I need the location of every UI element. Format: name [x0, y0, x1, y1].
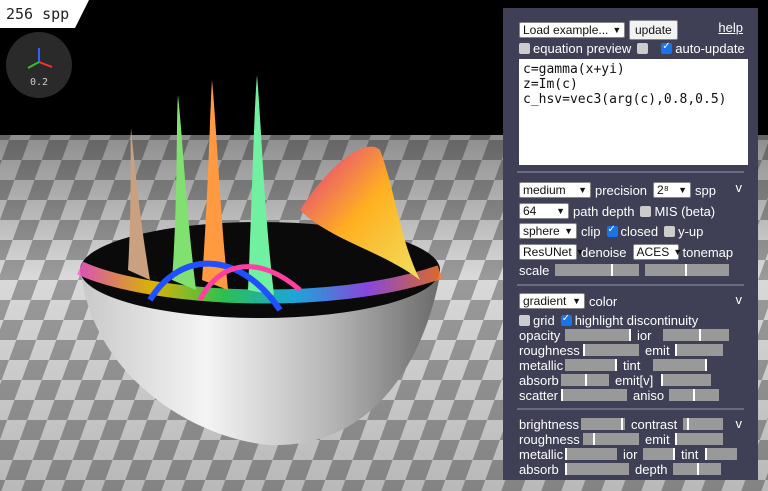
- mis-label: MIS (beta): [654, 203, 716, 219]
- control-panel: Load example... ▼ update help equation pr…: [503, 8, 758, 480]
- denoise-label: denoise: [581, 244, 627, 260]
- mis-checkbox[interactable]: [640, 205, 652, 217]
- closed-checkbox[interactable]: [606, 224, 618, 237]
- contrast-slider[interactable]: [683, 418, 723, 430]
- emit-v-slider[interactable]: [661, 374, 711, 386]
- scale-slider[interactable]: [555, 264, 640, 276]
- roughness-slider[interactable]: [583, 344, 639, 356]
- code-line: z=Im(c): [523, 77, 578, 92]
- lighting-roughness-slider[interactable]: [583, 433, 639, 445]
- path-depth-label: path depth: [573, 203, 635, 219]
- axis-gizmo[interactable]: 0.2: [6, 32, 72, 98]
- spp-counter: 256 spp: [0, 0, 90, 28]
- path-depth-select[interactable]: 64 ▼: [519, 203, 569, 219]
- chevron-down-icon: ▼: [578, 185, 587, 195]
- ior-slider[interactable]: [663, 329, 729, 341]
- lighting-ior-slider[interactable]: [643, 448, 675, 460]
- scatter-label: scatter: [519, 387, 559, 403]
- divider: [517, 284, 744, 286]
- scale-label: scale: [519, 262, 550, 278]
- tonemap-select[interactable]: ACES ▼: [632, 244, 683, 260]
- denoise-select[interactable]: ResUNet ▼: [519, 244, 585, 260]
- equation-preview-checkbox[interactable]: [519, 42, 530, 54]
- lighting-absorb-slider[interactable]: [565, 463, 629, 475]
- lighting-tint-slider[interactable]: [705, 448, 737, 460]
- absorb-label: absorb: [519, 461, 559, 477]
- lighting-emit-slider[interactable]: [675, 433, 723, 445]
- scatter-slider[interactable]: [561, 389, 627, 401]
- aniso-slider[interactable]: [669, 389, 719, 401]
- tint-slider[interactable]: [653, 359, 707, 371]
- chevron-down-icon: ▼: [673, 247, 683, 257]
- grid-checkbox[interactable]: [519, 314, 530, 326]
- lighting-metallic-slider[interactable]: [565, 448, 617, 460]
- load-example-select[interactable]: Load example... ▼: [519, 22, 625, 38]
- help-link[interactable]: help: [718, 20, 743, 35]
- emit-slider[interactable]: [675, 344, 723, 356]
- axes-icon: [27, 48, 53, 69]
- precision-select[interactable]: medium ▼: [519, 182, 591, 198]
- chevron-down-icon: ▼: [612, 25, 622, 35]
- tonemap-label: tonemap: [682, 244, 734, 260]
- equation-preview-label: equation preview: [533, 40, 632, 56]
- spp-label: spp: [695, 182, 716, 198]
- closed-label: closed: [620, 223, 659, 239]
- code-line: c_hsv=vec3(arg(c),0.8,0.5): [523, 92, 727, 107]
- divider: [517, 408, 744, 410]
- absorb-slider[interactable]: [561, 374, 609, 386]
- yup-checkbox[interactable]: [664, 225, 676, 237]
- highlight-discontinuity-checkbox[interactable]: [560, 313, 572, 326]
- clip-select[interactable]: sphere ▼: [519, 223, 577, 239]
- yup-label: y-up: [678, 223, 704, 239]
- clip-label: clip: [581, 223, 601, 239]
- opacity-slider[interactable]: [565, 329, 631, 341]
- scale-slider-2[interactable]: [645, 264, 730, 276]
- auto-update-checkbox[interactable]: [661, 41, 673, 54]
- depth-slider[interactable]: [673, 463, 721, 475]
- aniso-label: aniso: [633, 387, 665, 403]
- gizmo-value: 0.2: [29, 77, 49, 88]
- brightness-slider[interactable]: [581, 418, 625, 430]
- metallic-slider[interactable]: [565, 359, 617, 371]
- depth-label: depth: [635, 461, 668, 477]
- chevron-down-icon: ▼: [564, 226, 573, 236]
- divider: [517, 171, 744, 173]
- equation-editor[interactable]: c=gamma(x+yi) z=Im(c) c_hsv=vec3(arg(c),…: [519, 59, 748, 165]
- chevron-down-icon: ▼: [678, 185, 688, 195]
- extra-checkbox[interactable]: [637, 42, 649, 54]
- color-label: color: [589, 293, 618, 309]
- auto-update-label: auto-update: [675, 40, 745, 56]
- chevron-down-icon: ▼: [572, 296, 581, 306]
- spp-select[interactable]: 2⁸ ▼: [653, 182, 692, 198]
- code-line: c=gamma(x+yi): [523, 62, 625, 77]
- chevron-down-icon: ▼: [556, 206, 565, 216]
- precision-label: precision: [595, 182, 648, 198]
- update-button[interactable]: update: [629, 20, 678, 40]
- color-select[interactable]: gradient ▼: [519, 293, 585, 309]
